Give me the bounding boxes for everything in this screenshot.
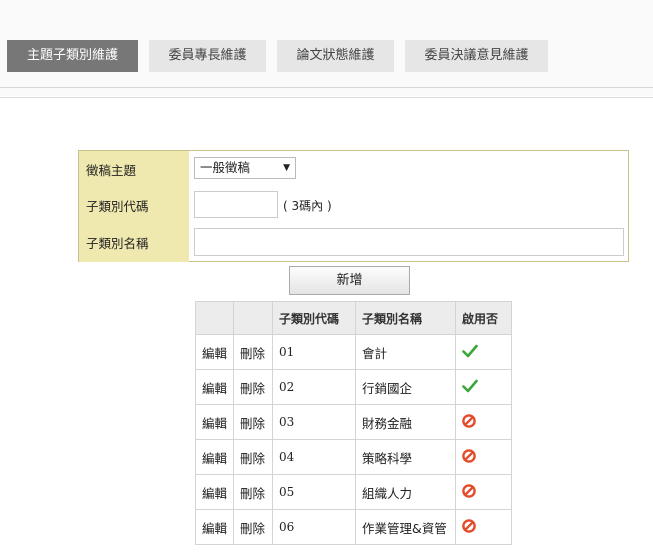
table-row: 編輯 刪除 05 組織人力 [195, 474, 512, 510]
subcategory-table: 子類別代碼 子類別名稱 啟用否 編輯 刪除 01 會計 編輯 刪除 02 行銷國企 編輯 刪除 03… [195, 301, 512, 545]
cell-name: 組織人力 [355, 474, 456, 510]
edit-link[interactable]: 編輯 [202, 381, 227, 396]
name-label: 子類別名稱 [79, 223, 189, 262]
cell-enabled [455, 509, 512, 545]
cell-code: 05 [272, 474, 356, 510]
edit-link[interactable]: 編輯 [202, 346, 227, 361]
delete-link[interactable]: 刪除 [240, 451, 265, 466]
cell-delete: 刪除 [233, 439, 273, 475]
cell-enabled [455, 404, 512, 440]
cell-code: 06 [272, 509, 356, 545]
prohibited-icon [462, 448, 476, 466]
cell-name: 行銷國企 [355, 369, 456, 405]
cell-delete: 刪除 [233, 404, 273, 440]
header-name: 子類別名稱 [355, 301, 456, 335]
table-row: 編輯 刪除 02 行銷國企 [195, 369, 512, 405]
cell-edit: 編輯 [195, 369, 234, 405]
cell-code: 01 [272, 334, 356, 370]
cell-enabled [455, 439, 512, 475]
edit-link[interactable]: 編輯 [202, 521, 227, 536]
cell-enabled [455, 334, 512, 370]
edit-link[interactable]: 編輯 [202, 451, 227, 466]
prohibited-icon [462, 413, 476, 431]
cell-code: 04 [272, 439, 356, 475]
cell-delete: 刪除 [233, 474, 273, 510]
delete-link[interactable]: 刪除 [240, 521, 265, 536]
header-edit [195, 301, 234, 335]
header-code: 子類別代碼 [272, 301, 356, 335]
topic-select[interactable]: 一般徵稿 ▼ [194, 157, 296, 179]
cell-code: 03 [272, 404, 356, 440]
delete-link[interactable]: 刪除 [240, 381, 265, 396]
check-icon [462, 344, 478, 361]
cell-delete: 刪除 [233, 334, 273, 370]
cell-edit: 編輯 [195, 334, 234, 370]
cell-name: 作業管理&資管 [355, 509, 456, 545]
edit-link[interactable]: 編輯 [202, 416, 227, 431]
topic-select-value: 一般徵稿 [200, 160, 251, 175]
cell-name: 會計 [355, 334, 456, 370]
cell-edit: 編輯 [195, 474, 234, 510]
cell-edit: 編輯 [195, 509, 234, 545]
tab-decision-opinion[interactable]: 委員決議意見維護 [405, 40, 548, 72]
dropdown-arrow-icon: ▼ [283, 163, 290, 173]
table-row: 編輯 刪除 01 會計 [195, 334, 512, 370]
delete-link[interactable]: 刪除 [240, 416, 265, 431]
cell-code: 02 [272, 369, 356, 405]
tab-member-expertise[interactable]: 委員專長維護 [149, 40, 266, 72]
cell-edit: 編輯 [195, 439, 234, 475]
add-button[interactable]: 新增 [289, 266, 410, 295]
prohibited-icon [462, 518, 476, 536]
delete-link[interactable]: 刪除 [240, 346, 265, 361]
table-row: 編輯 刪除 06 作業管理&資管 [195, 509, 512, 545]
name-input[interactable] [194, 228, 624, 256]
cell-enabled [455, 369, 512, 405]
cell-delete: 刪除 [233, 509, 273, 545]
table-row: 編輯 刪除 03 財務金融 [195, 404, 512, 440]
cell-name: 財務金融 [355, 404, 456, 440]
tab-topic-subcategory[interactable]: 主題子類別維護 [7, 40, 138, 72]
code-input[interactable] [194, 191, 278, 218]
divider [0, 87, 653, 88]
tab-paper-status[interactable]: 論文狀態維護 [277, 40, 394, 72]
cell-enabled [455, 474, 512, 510]
cell-edit: 編輯 [195, 404, 234, 440]
table-row: 編輯 刪除 04 策略科學 [195, 439, 512, 475]
header-enabled: 啟用否 [455, 301, 512, 335]
topic-label: 徵稿主題 [79, 151, 189, 187]
code-hint: ( 3碼內 ) [283, 199, 332, 213]
subcategory-form: 徵稿主題 子類別代碼 子類別名稱 一般徵稿 ▼ ( 3碼內 ) [78, 150, 629, 262]
delete-link[interactable]: 刪除 [240, 486, 265, 501]
header-delete [233, 301, 273, 335]
table-header-row: 子類別代碼 子類別名稱 啟用否 [195, 301, 512, 335]
check-icon [462, 379, 478, 396]
cell-delete: 刪除 [233, 369, 273, 405]
divider [0, 97, 653, 98]
code-label: 子類別代碼 [79, 187, 189, 223]
cell-name: 策略科學 [355, 439, 456, 475]
prohibited-icon [462, 483, 476, 501]
edit-link[interactable]: 編輯 [202, 486, 227, 501]
